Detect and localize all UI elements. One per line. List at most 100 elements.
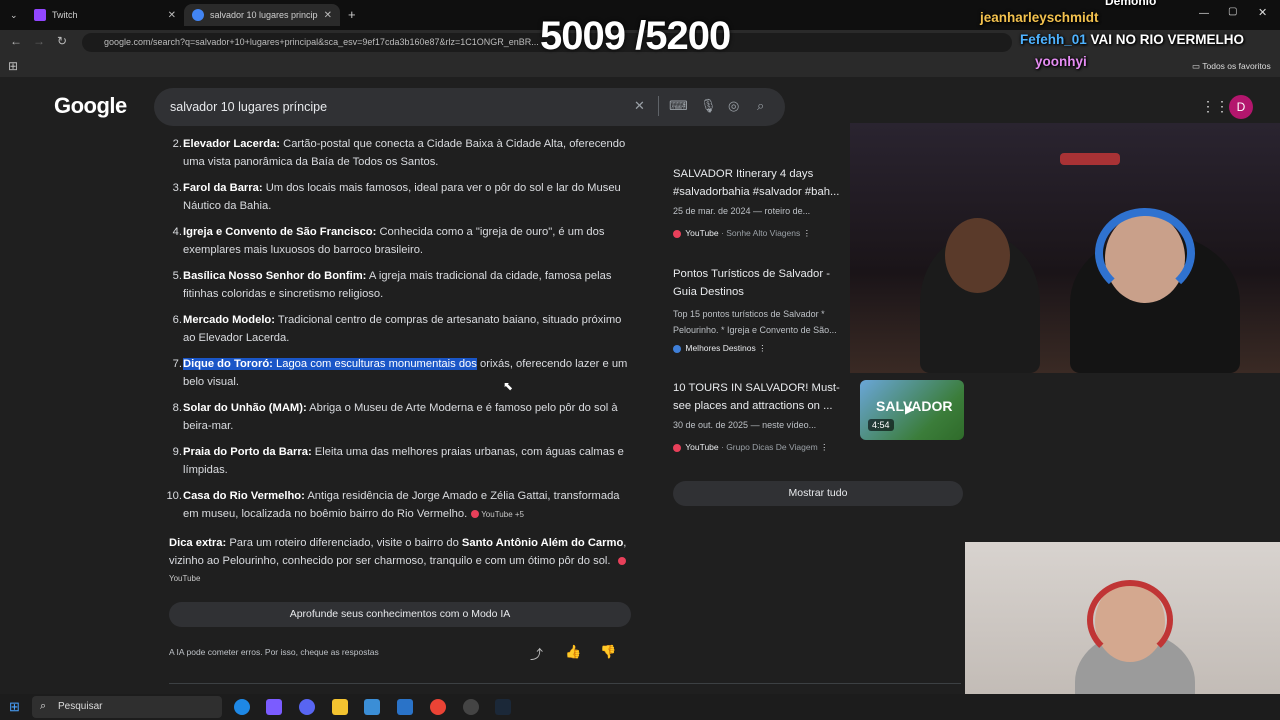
search-query: salvador 10 lugares príncipe: [170, 100, 328, 114]
chat-line: yoonhyi: [1035, 54, 1087, 69]
copilot-icon[interactable]: [266, 699, 282, 715]
show-all-button[interactable]: Mostrar tudo: [673, 481, 963, 506]
edge-icon[interactable]: [234, 699, 250, 715]
youtube-icon: [673, 229, 681, 238]
file-explorer-icon[interactable]: [332, 699, 348, 715]
item-number: 2.: [172, 138, 182, 150]
close-icon[interactable]: ✕: [324, 10, 332, 21]
forward-icon[interactable]: →: [33, 34, 45, 48]
result-source[interactable]: Melhores Destinos ⋮: [673, 343, 767, 354]
tab-twitch[interactable]: Twitch ✕: [26, 4, 184, 26]
maximize-icon[interactable]: ▢: [1228, 6, 1237, 17]
headset-icon: [1087, 580, 1173, 660]
list-item: 3. Farol da Barra: Um dos locais mais fam…: [162, 180, 632, 215]
keyboard-icon[interactable]: ⌨: [669, 98, 688, 114]
source-name: YouTube: [685, 228, 719, 238]
item-title: Basílica Nosso Senhor do Bonfim:: [183, 270, 367, 282]
search-input[interactable]: salvador 10 lugares príncipe: [154, 88, 785, 126]
camera-search-icon[interactable]: ◎: [728, 98, 739, 114]
item-number: 4.: [172, 226, 182, 238]
chat-line: Fefehh_01 VAI NO RIO VERMELHO: [1020, 32, 1244, 47]
play-icon: ▶: [905, 402, 915, 416]
list-item: 5. Basílica Nosso Senhor do Bonfim: A igr…: [162, 268, 632, 303]
ai-mode-button[interactable]: Aprofunde seus conhecimentos com o Modo …: [169, 602, 631, 627]
source-name: YouTube: [685, 442, 719, 452]
site-icon: [673, 344, 681, 353]
back-icon[interactable]: ←: [10, 34, 22, 48]
led-light: [1060, 153, 1120, 165]
chat-line: Demonio: [1105, 0, 1157, 8]
twitch-icon: [34, 9, 46, 21]
item-title: Farol da Barra:: [183, 182, 263, 194]
chat-message: VAI NO RIO VERMELHO: [1090, 32, 1245, 47]
result-meta: Top 15 pontos turísticos de Salvador * P…: [673, 309, 837, 335]
person-head: [945, 218, 1010, 293]
channel-name: · Grupo Dicas De Viagem: [721, 442, 818, 452]
item-title: Elevador Lacerda:: [183, 138, 281, 150]
close-icon[interactable]: ✕: [168, 10, 176, 21]
minimize-icon[interactable]: —: [1199, 8, 1209, 19]
discord-icon[interactable]: [299, 699, 315, 715]
extra-tip: Dica extra: Para um roteiro diferenciado…: [169, 535, 635, 588]
search-icon[interactable]: ⌕: [757, 98, 764, 114]
new-tab-button[interactable]: +: [348, 7, 356, 22]
youtube-icon: [617, 557, 626, 566]
avatar[interactable]: D: [1229, 95, 1253, 119]
list-item: 10. Casa do Rio Vermelho: Antiga residênc…: [162, 488, 632, 523]
ai-disclaimer: A IA pode cometer erros. Por isso, chequ…: [169, 647, 379, 657]
item-number: 10.: [166, 490, 182, 502]
app-icon[interactable]: [397, 699, 413, 715]
video-duration: 4:54: [868, 419, 894, 431]
taskbar-search[interactable]: Pesquisar: [32, 696, 222, 718]
divider: [658, 96, 659, 116]
store-icon[interactable]: [364, 699, 380, 715]
source-chip[interactable]: YouTube +5: [471, 510, 524, 519]
item-number: 7.: [172, 358, 182, 370]
stream-counter: 5009 /5200: [540, 14, 731, 58]
item-title: Casa do Rio Vermelho:: [183, 490, 305, 502]
thumbnail-title: SALVADOR: [876, 398, 953, 414]
result-title[interactable]: Pontos Turísticos de Salvador - Guia Des…: [673, 266, 853, 301]
steam-icon[interactable]: [495, 699, 511, 715]
source-chip-label: YouTube: [169, 574, 201, 583]
result-title[interactable]: 10 TOURS IN SALVADOR! Must-see places an…: [673, 380, 853, 415]
chrome-icon[interactable]: [430, 699, 446, 715]
item-title: Igreja e Convento de São Francisco:: [183, 226, 377, 238]
google-logo[interactable]: Google: [54, 93, 127, 119]
apps-icon[interactable]: ⊞: [8, 59, 18, 73]
windows-start-icon[interactable]: ⊞: [9, 699, 20, 715]
tab-google[interactable]: salvador 10 lugares principe - P ✕: [184, 4, 340, 26]
microphone-icon[interactable]: 🎙: [700, 98, 717, 114]
thumbs-down-icon[interactable]: 👎: [600, 644, 616, 660]
item-number: 5.: [172, 270, 182, 282]
clear-icon[interactable]: ✕: [634, 98, 645, 114]
source-name: Melhores Destinos: [685, 343, 756, 353]
all-bookmarks[interactable]: ▭ Todos os favoritos: [1192, 61, 1271, 72]
youtube-icon: [673, 443, 681, 452]
item-number: 6.: [172, 314, 182, 326]
item-title: Mercado Modelo:: [183, 314, 275, 326]
share-icon[interactable]: ⤴: [530, 644, 543, 663]
reload-icon[interactable]: ↻: [57, 34, 67, 48]
list-item: 8. Solar do Unhão (MAM): Abriga o Museu d…: [162, 400, 632, 435]
item-number: 8.: [172, 402, 182, 414]
result-title[interactable]: SALVADOR Itinerary 4 days #salvadorbahia…: [673, 166, 853, 201]
chat-user: Fefehh_01: [1020, 32, 1087, 47]
close-window-icon[interactable]: ✕: [1258, 6, 1267, 19]
taskbar-search-label: Pesquisar: [58, 701, 103, 712]
tab-menu-button[interactable]: ⌄: [2, 4, 22, 26]
tab-label: salvador 10 lugares principe - P: [210, 10, 318, 20]
chat-user: yoonhyi: [1035, 54, 1087, 69]
result-source[interactable]: YouTube · Grupo Dicas De Viagem ⋮: [673, 442, 829, 453]
obs-icon[interactable]: [463, 699, 479, 715]
bookmarks-label: Todos os favoritos: [1202, 61, 1271, 71]
google-apps-icon[interactable]: ⋮⋮: [1201, 98, 1229, 115]
search-icon: ⌕: [40, 700, 47, 712]
item-number: 3.: [172, 182, 182, 194]
list-item: 6. Mercado Modelo: Tradicional centro de …: [162, 312, 632, 347]
tip-bold: Santo Antônio Além do Carmo: [461, 537, 624, 549]
thumbs-up-icon[interactable]: 👍: [565, 644, 581, 660]
webcam-overlay: [850, 123, 1280, 373]
item-title: Dique do Tororó:: [183, 358, 273, 370]
result-source[interactable]: YouTube · Sonhe Alto Viagens ⋮: [673, 228, 811, 239]
